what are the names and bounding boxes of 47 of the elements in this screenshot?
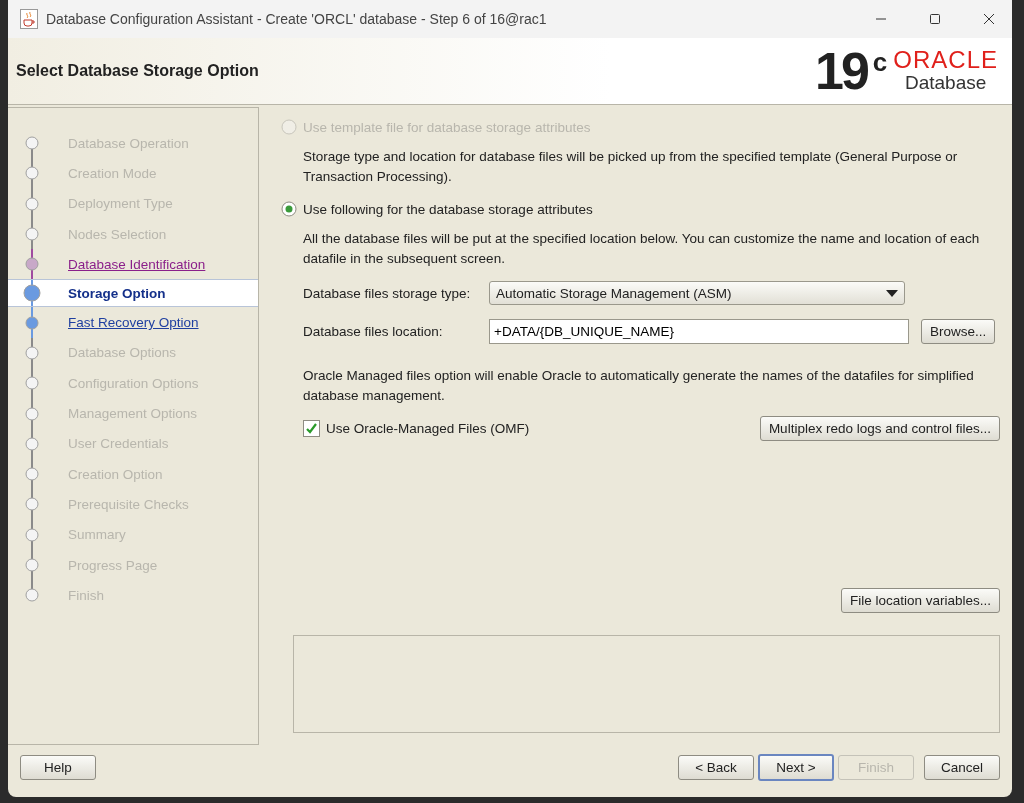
omf-checkbox[interactable]: [303, 420, 320, 437]
logo-brand: ORACLE: [893, 48, 998, 72]
window-title: Database Configuration Assistant - Create 'ORCL' database - Step 6 of 16@rac1: [46, 11, 548, 27]
storage-type-dropdown[interactable]: Automatic Storage Management (ASM): [489, 281, 905, 305]
radio-button[interactable]: [281, 201, 297, 217]
step-marker-icon: [23, 284, 41, 303]
step-marker-icon: [25, 136, 39, 151]
step-marker-icon: [25, 467, 39, 482]
checkbox-label: Use Oracle-Managed Files (OMF): [326, 421, 530, 436]
step-item[interactable]: Fast Recovery Option: [8, 307, 258, 338]
step-marker-icon: [25, 196, 39, 211]
step-marker-icon: [25, 166, 39, 181]
step-marker-icon: [25, 315, 39, 330]
step-item[interactable]: Database Identification: [8, 249, 258, 280]
footer-button[interactable]: Cancel: [924, 754, 1000, 780]
step-marker-icon: [25, 227, 39, 242]
step-marker-icon: [25, 436, 39, 451]
browse-button[interactable]: Browse...: [921, 319, 996, 344]
close-icon[interactable]: [983, 13, 995, 25]
step-marker-icon: [25, 376, 39, 391]
option-description: Storage type and location for database files will be picked up from the specified template (General Purpose or Transaction Processing).: [303, 148, 959, 186]
step-marker-icon: [25, 345, 39, 360]
radio-label: Use following for the database storage attributes: [303, 201, 593, 217]
file-location-variables-button[interactable]: File location variables...: [840, 588, 1000, 613]
step-marker-icon: [25, 497, 39, 512]
step-marker-icon: [25, 257, 39, 272]
location-input-field[interactable]: +DATA/{DB_UNIQUE_NAME}: [489, 319, 909, 344]
step-marker-icon: [25, 558, 39, 572]
logo-version: 19: [815, 45, 867, 97]
omf-description: Oracle Managed files option will enable Oracle to automatically generate the names of the datafiles for simplified database management.: [303, 367, 975, 405]
java-cup-icon: [20, 9, 38, 29]
field-label: Database files location:: [303, 324, 444, 339]
dropdown-caret-icon: [886, 289, 898, 297]
maximize-icon[interactable]: [929, 13, 941, 25]
multiplex-button[interactable]: Multiplex redo logs and control files...: [759, 416, 1000, 441]
step-item[interactable]: Storage Option: [8, 279, 258, 308]
page-title: Select Database Storage Option: [16, 62, 260, 80]
footer-button[interactable]: Next >: [758, 753, 834, 781]
footer-button[interactable]: < Back: [678, 754, 754, 780]
step-marker-icon: [25, 406, 39, 421]
logo-superscript: c: [872, 47, 888, 78]
field-label: Database files storage type:: [303, 285, 472, 301]
footer-button[interactable]: Help: [20, 754, 96, 780]
option-description: All the database files will be put at the specified location below. You can customize the name and location of each datafile in the subsequent screen.: [303, 230, 981, 268]
step-marker-icon: [25, 527, 39, 542]
logo-product: Database: [904, 72, 987, 94]
step-marker-icon: [25, 588, 39, 603]
